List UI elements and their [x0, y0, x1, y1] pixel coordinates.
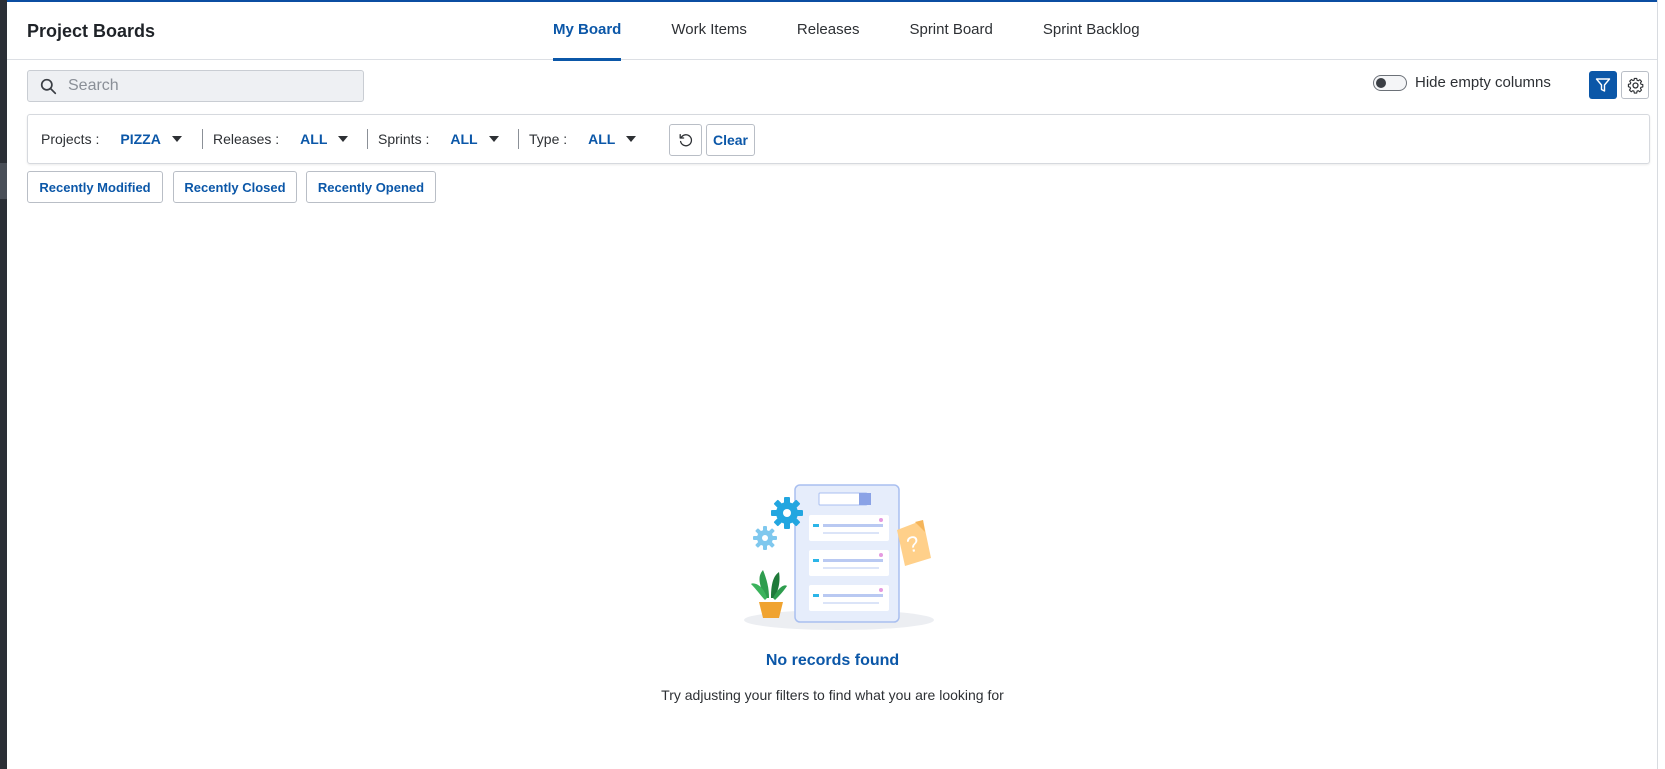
filter-button[interactable] [1589, 71, 1617, 99]
chevron-down-icon[interactable] [488, 136, 499, 142]
tab-my-board[interactable]: My Board [553, 2, 622, 61]
projects-filter-label: Projects : [41, 131, 100, 147]
hide-empty-columns-control: Hide empty columns [1373, 74, 1551, 91]
toggle-knob [1376, 77, 1386, 88]
reset-filters-button[interactable] [669, 124, 702, 156]
recently-modified-button[interactable]: Recently Modified [27, 171, 163, 203]
search-icon [40, 78, 57, 95]
search-box [27, 70, 364, 102]
releases-filter: Releases : ALL [213, 115, 349, 163]
tab-releases[interactable]: Releases [797, 2, 860, 60]
sprints-filter-label: Sprints : [378, 131, 430, 147]
sprints-filter-value[interactable]: ALL [450, 131, 477, 147]
releases-filter-value[interactable]: ALL [300, 131, 327, 147]
filter-divider [367, 129, 368, 149]
app-root: Project Boards My Board Work Items Relea… [7, 0, 1657, 769]
recently-opened-button[interactable]: Recently Opened [306, 171, 436, 203]
search-input[interactable] [68, 71, 358, 101]
filter-bar: Projects : PIZZA Releases : ALL Sprints … [27, 114, 1650, 164]
projects-filter-value[interactable]: PIZZA [120, 131, 160, 147]
sprints-filter: Sprints : ALL [378, 115, 499, 163]
clear-filters-button[interactable]: Clear [706, 124, 755, 156]
tab-work-items[interactable]: Work Items [671, 2, 747, 60]
filter-icon [1595, 78, 1611, 92]
chevron-down-icon[interactable] [626, 136, 637, 142]
tab-sprint-backlog[interactable]: Sprint Backlog [1043, 2, 1140, 60]
settings-button[interactable] [1621, 71, 1649, 99]
tab-bar: My Board Work Items Releases Sprint Boar… [553, 2, 1190, 61]
empty-state-subtitle: Try adjusting your filters to find what … [661, 687, 1004, 703]
left-edge-tab[interactable] [0, 163, 7, 199]
header: Project Boards My Board Work Items Relea… [7, 2, 1657, 61]
type-filter-value[interactable]: ALL [588, 131, 615, 147]
chevron-down-icon[interactable] [338, 136, 349, 142]
empty-state-title: No records found [765, 652, 900, 669]
recently-closed-button[interactable]: Recently Closed [173, 171, 297, 203]
empty-state-illustration: ? [744, 484, 934, 630]
projects-filter: Projects : PIZZA [41, 115, 182, 163]
tab-sprint-board[interactable]: Sprint Board [909, 2, 992, 60]
releases-filter-label: Releases : [213, 131, 280, 147]
type-filter: Type : ALL [529, 115, 637, 163]
filter-divider [518, 129, 519, 149]
filter-divider [202, 129, 203, 149]
hide-empty-columns-toggle[interactable] [1373, 74, 1407, 91]
refresh-icon [679, 133, 692, 147]
gear-icon [1627, 77, 1643, 94]
chevron-down-icon[interactable] [171, 136, 182, 142]
hide-empty-columns-label: Hide empty columns [1415, 74, 1551, 91]
type-filter-label: Type : [529, 131, 568, 147]
page-title: Project Boards [27, 21, 156, 41]
